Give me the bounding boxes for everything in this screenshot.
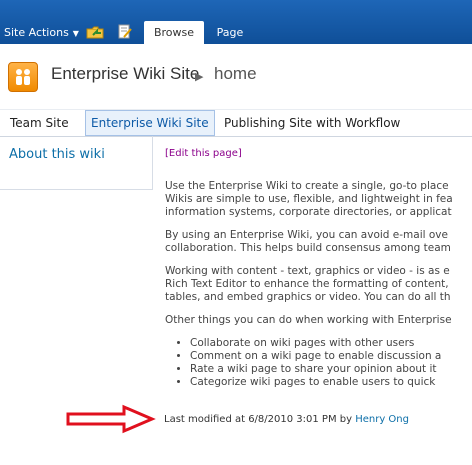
top-navigation: Team Site Enterprise Wiki Site Publishin…	[0, 109, 472, 137]
text-line: Wikis are simple to use, flexible, and l…	[165, 193, 453, 205]
site-title-link[interactable]: Enterprise Wiki Site	[51, 64, 199, 84]
wiki-content: Use the Enterprise Wiki to create a sing…	[165, 180, 472, 389]
author-link[interactable]: Henry Ong	[355, 414, 409, 425]
paragraph: By using an Enterprise Wiki, you can avo…	[165, 229, 472, 255]
list-item: Collaborate on wiki pages with other use…	[190, 337, 472, 350]
text-line: information systems, corporate directori…	[165, 206, 452, 218]
last-modified-text: Last modified at 6/8/2010 3:01 PM by	[164, 414, 353, 425]
text-line: By using an Enterprise Wiki, you can avo…	[165, 229, 448, 241]
text-line: Use the Enterprise Wiki to create a sing…	[165, 180, 449, 192]
breadcrumb-arrow-icon: ▶	[195, 70, 204, 83]
list-item: Comment on a wiki page to enable discuss…	[190, 350, 472, 363]
paragraph: Working with content - text, graphics or…	[165, 265, 472, 304]
ribbon-bar: Site Actions ▼ Browse Page	[0, 0, 472, 44]
edit-page-link[interactable]: [Edit this page]	[165, 148, 242, 159]
text-line: Other things you can do when working wit…	[165, 314, 452, 326]
text-line: collaboration. This helps build consensu…	[165, 242, 451, 254]
bullet-list: Collaborate on wiki pages with other use…	[165, 337, 472, 389]
text-line: Working with content - text, graphics or…	[165, 265, 450, 277]
page-title: home	[214, 64, 257, 83]
paragraph: Other things you can do when working wit…	[165, 314, 472, 327]
left-navigation: About this wiki	[0, 136, 153, 190]
text-line: tables, and embed graphics or video. You…	[165, 291, 451, 303]
paragraph: Use the Enterprise Wiki to create a sing…	[165, 180, 472, 219]
about-this-wiki-link[interactable]: About this wiki	[9, 147, 105, 162]
list-item: Rate a wiki page to share your opinion a…	[190, 363, 472, 376]
last-modified-line: Last modified at 6/8/2010 3:01 PM by Hen…	[164, 414, 409, 425]
topnav-item-publishing-site[interactable]: Publishing Site with Workflow	[224, 110, 400, 136]
tab-browse[interactable]: Browse	[144, 21, 204, 44]
navigate-up-icon[interactable]	[86, 25, 104, 39]
text-line: Rich Text Editor to enhance the formatti…	[165, 278, 449, 290]
topnav-item-enterprise-wiki-site[interactable]: Enterprise Wiki Site	[85, 110, 215, 136]
list-item: Categorize wiki pages to enable users to…	[190, 376, 472, 389]
tab-page[interactable]: Page	[204, 21, 256, 44]
topnav-item-team-site[interactable]: Team Site	[10, 110, 69, 136]
chevron-down-icon: ▼	[72, 29, 79, 38]
annotation-arrow-icon	[66, 404, 156, 434]
edit-page-icon[interactable]	[118, 24, 132, 40]
title-area: Enterprise Wiki Site ▶ home	[0, 44, 472, 109]
site-actions-label: Site Actions	[4, 26, 69, 39]
site-actions-menu[interactable]: Site Actions ▼	[4, 26, 79, 39]
site-logo-icon[interactable]	[8, 62, 38, 92]
